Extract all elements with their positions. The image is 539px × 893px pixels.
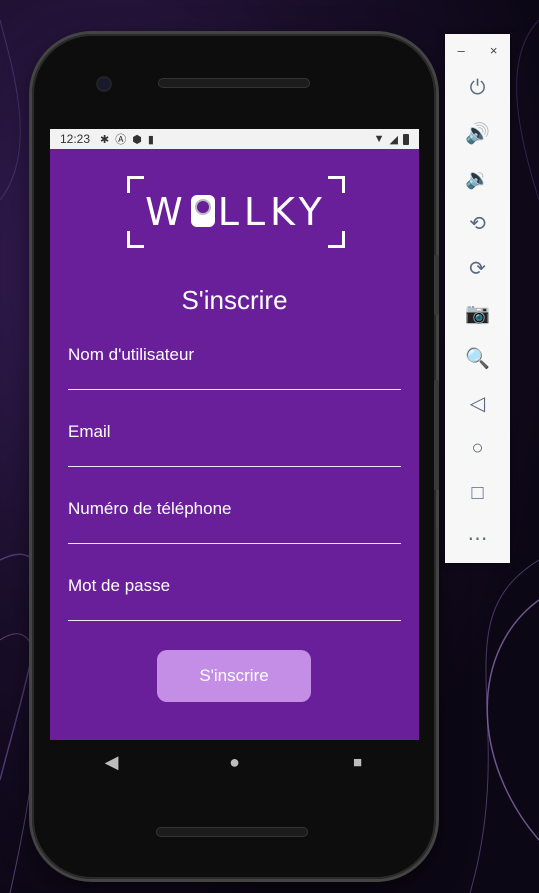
front-camera — [98, 78, 110, 90]
lock-icon — [190, 195, 215, 227]
volume-up-icon[interactable]: 🔊 — [445, 111, 510, 156]
rotate-left-icon[interactable]: ⟲ — [445, 201, 510, 246]
email-field[interactable] — [68, 420, 401, 467]
phone-volume-button[interactable] — [434, 380, 439, 490]
nav-back-icon[interactable]: ◀ — [92, 752, 132, 773]
app-screen: 12:23 ✱ Ⓐ ⬢ ▮ ▼ ◢ W LLKY S'inscrire S'ins… — [50, 129, 419, 740]
email-input[interactable] — [68, 422, 401, 442]
page-title: S'inscrire — [181, 285, 288, 315]
android-nav-bar: ◀ ● ■ — [50, 740, 419, 784]
bottom-speaker — [156, 827, 308, 837]
a-circle-icon: Ⓐ — [115, 134, 127, 146]
nav-home-icon[interactable]: ● — [215, 752, 255, 773]
minimize-button[interactable]: – — [458, 43, 465, 58]
volume-down-icon[interactable]: 🔉 — [445, 156, 510, 201]
zoom-icon[interactable]: 🔍 — [445, 336, 510, 381]
emulator-toolbar: – × ⏻ 🔊 🔉 ⟲ ⟳ 📷 🔍 ◁ ○ □ ⋯ — [445, 34, 510, 563]
status-time: 12:23 — [60, 132, 91, 146]
signal-icon: ◢ — [389, 133, 398, 146]
nav-recents-icon[interactable]: ■ — [338, 754, 378, 771]
power-icon[interactable]: ⏻ — [445, 66, 510, 111]
camera-icon[interactable]: 📷 — [445, 291, 510, 336]
home-icon[interactable]: ○ — [445, 426, 510, 471]
status-right: ▼ ◢ — [374, 133, 409, 146]
gear-icon: ✱ — [100, 133, 110, 146]
sd-card-icon: ▮ — [147, 133, 154, 146]
close-button[interactable]: × — [490, 43, 498, 58]
back-icon[interactable]: ◁ — [445, 381, 510, 426]
battery-icon — [403, 133, 409, 145]
username-input[interactable] — [68, 345, 401, 365]
phone-power-button[interactable] — [434, 255, 439, 315]
wifi-icon: ▼ — [373, 133, 385, 145]
emulator-window-controls: – × — [445, 34, 510, 66]
password-field[interactable] — [68, 574, 401, 621]
rotate-right-icon[interactable]: ⟳ — [445, 246, 510, 291]
phone-field[interactable] — [68, 497, 401, 544]
logo-text-left: W — [145, 190, 188, 234]
phone-input[interactable] — [68, 499, 401, 519]
app-logo: W LLKY — [127, 176, 345, 248]
status-bar: 12:23 ✱ Ⓐ ⬢ ▮ ▼ ◢ — [50, 129, 419, 149]
logo-wordmark: W LLKY — [127, 190, 345, 234]
more-icon[interactable]: ⋯ — [445, 516, 510, 561]
earpiece-speaker — [158, 78, 310, 88]
username-field[interactable] — [68, 343, 401, 390]
signup-button[interactable]: S'inscrire — [157, 650, 311, 702]
overview-icon[interactable]: □ — [445, 471, 510, 516]
password-input[interactable] — [68, 576, 401, 596]
logo-text-right: LLKY — [217, 190, 327, 234]
play-shield-icon: ⬢ — [132, 133, 142, 146]
